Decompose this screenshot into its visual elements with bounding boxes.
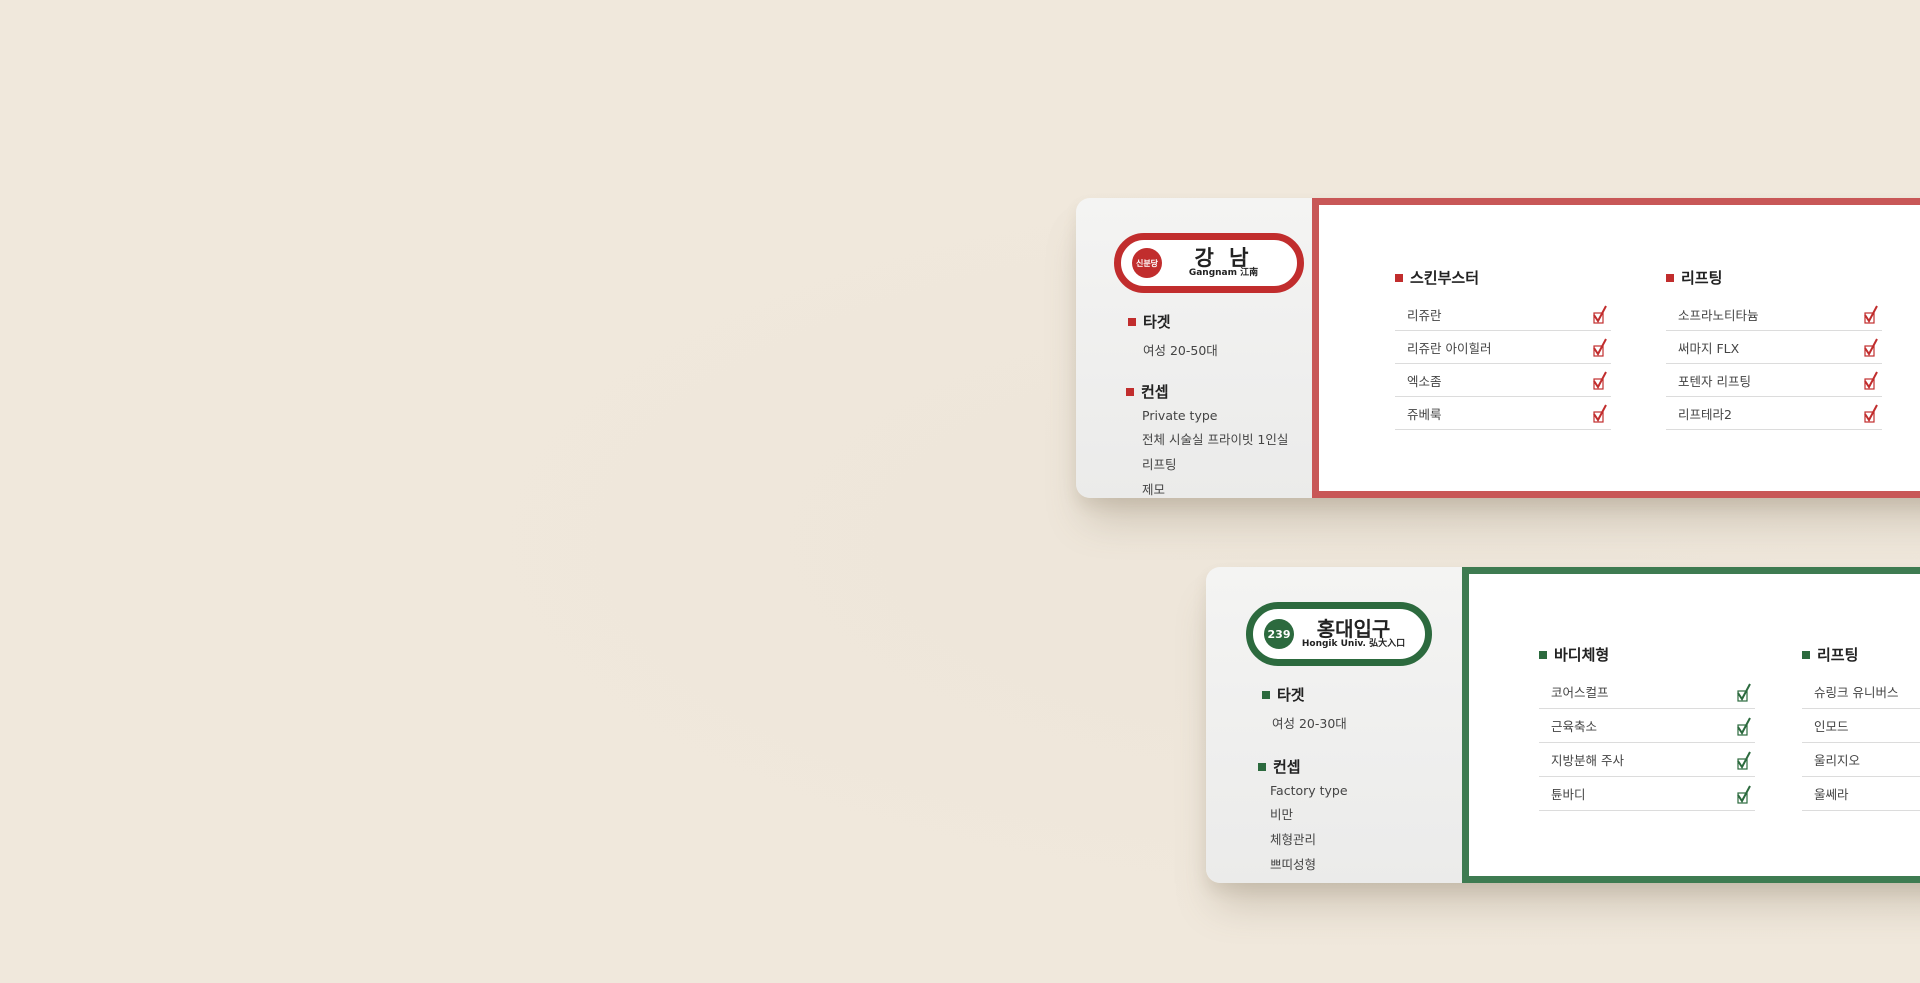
- treatment-column-lifting: 리프팅 소프라노티타늄 써마지 FLX 포텐자 리프팅 리프테라2: [1666, 267, 1882, 430]
- concept-item: 쁘띠성형: [1270, 857, 1317, 872]
- check-icon: [1737, 751, 1751, 770]
- gangnam-card: 신분당 강 남 Gangnam 江南 타겟 여성 20-50대 컨셉 Priva…: [1076, 198, 1920, 498]
- concept-heading: 컨셉: [1258, 756, 1462, 777]
- bullet-square-icon: [1802, 650, 1810, 659]
- bullet-square-icon: [1666, 273, 1674, 282]
- line-badge: 신분당: [1132, 248, 1162, 278]
- treatment-row: 튠바디: [1539, 777, 1755, 811]
- treatment-row: 쥬베룩: [1395, 397, 1611, 430]
- station-subtitle: Gangnam 江南: [1188, 268, 1259, 279]
- hongik-treatment-panel: 바디체형 코어스컬프 근육축소 지방분해 주사 튠바디 리프팅 슈링크 유니버스…: [1462, 567, 1920, 883]
- check-icon: [1864, 371, 1878, 390]
- bullet-square-icon: [1126, 387, 1134, 396]
- concept-heading: 컨셉: [1126, 381, 1332, 402]
- target-heading: 타겟: [1262, 684, 1462, 705]
- treatment-row: 인모드: [1802, 709, 1920, 743]
- treatment-row: 리쥬란 아이힐러: [1395, 331, 1611, 364]
- background: 신분당 강 남 Gangnam 江南 타겟 여성 20-50대 컨셉 Priva…: [0, 0, 1920, 983]
- bullet-square-icon: [1128, 317, 1136, 326]
- station-name: 강 남: [1194, 246, 1253, 271]
- station-sign-hongik: 239 홍대입구 Hongik Univ. 弘大入口: [1246, 602, 1432, 666]
- hongik-info-panel: 239 홍대입구 Hongik Univ. 弘大入口 타겟 여성 20-30대 …: [1206, 567, 1462, 883]
- treatment-column-body: 바디체형 코어스컬프 근육축소 지방분해 주사 튠바디: [1539, 644, 1755, 811]
- check-icon: [1593, 371, 1607, 390]
- treatment-row: 근육축소: [1539, 709, 1755, 743]
- column-title: 리프팅: [1802, 644, 1920, 665]
- concept-item: 체형관리: [1270, 832, 1317, 847]
- concept-item: Private type: [1142, 408, 1218, 423]
- target-value: 여성 20-30대: [1272, 716, 1347, 731]
- check-icon: [1864, 404, 1878, 423]
- concept-item: Factory type: [1270, 783, 1348, 798]
- check-icon: [1593, 338, 1607, 357]
- check-icon: [1593, 305, 1607, 324]
- column-title: 스킨부스터: [1395, 267, 1611, 288]
- treatment-row: 슈링크 유니버스: [1802, 675, 1920, 709]
- bullet-square-icon: [1395, 273, 1403, 282]
- bullet-square-icon: [1258, 762, 1266, 771]
- treatment-column-lifting: 리프팅 슈링크 유니버스 인모드 울리지오 울쎄라: [1802, 644, 1920, 811]
- hongik-card: 239 홍대입구 Hongik Univ. 弘大入口 타겟 여성 20-30대 …: [1206, 567, 1920, 883]
- treatment-row: 소프라노티타늄: [1666, 298, 1882, 331]
- check-icon: [1737, 717, 1751, 736]
- treatment-row: 써마지 FLX: [1666, 331, 1882, 364]
- treatment-row: 리프테라2: [1666, 397, 1882, 430]
- check-icon: [1864, 338, 1878, 357]
- treatment-row: 울쎄라: [1802, 777, 1920, 811]
- target-value: 여성 20-50대: [1143, 343, 1218, 358]
- gangnam-treatment-panel: 스킨부스터 리쥬란 리쥬란 아이힐러 엑소좀 쥬베룩 리프팅 소프라노티타늄 써…: [1312, 198, 1920, 498]
- treatment-row: 울리지오: [1802, 743, 1920, 777]
- treatment-row: 포텐자 리프팅: [1666, 364, 1882, 397]
- treatment-row: 리쥬란: [1395, 298, 1611, 331]
- gangnam-info-panel: 신분당 강 남 Gangnam 江南 타겟 여성 20-50대 컨셉 Priva…: [1076, 198, 1332, 498]
- station-sign-gangnam: 신분당 강 남 Gangnam 江南: [1114, 233, 1304, 293]
- concept-item: 전체 시술실 프라이빗 1인실: [1142, 432, 1289, 447]
- concept-item: 제모: [1142, 482, 1166, 497]
- concept-item: 리프팅: [1142, 457, 1177, 472]
- check-icon: [1737, 785, 1751, 804]
- column-title: 바디체형: [1539, 644, 1755, 665]
- bullet-square-icon: [1262, 690, 1270, 699]
- bullet-square-icon: [1539, 650, 1547, 659]
- concept-item: 비만: [1270, 807, 1294, 822]
- treatment-row: 코어스컬프: [1539, 675, 1755, 709]
- line-badge: 239: [1264, 619, 1294, 649]
- station-name: 홍대입구: [1316, 616, 1391, 641]
- treatment-row: 엑소좀: [1395, 364, 1611, 397]
- station-subtitle: Hongik Univ. 弘大入口: [1301, 638, 1406, 649]
- check-icon: [1593, 404, 1607, 423]
- check-icon: [1864, 305, 1878, 324]
- column-title: 리프팅: [1666, 267, 1882, 288]
- treatment-column-skinbooster: 스킨부스터 리쥬란 리쥬란 아이힐러 엑소좀 쥬베룩: [1395, 267, 1611, 430]
- treatment-row: 지방분해 주사: [1539, 743, 1755, 777]
- check-icon: [1737, 683, 1751, 702]
- target-heading: 타겟: [1128, 311, 1332, 332]
